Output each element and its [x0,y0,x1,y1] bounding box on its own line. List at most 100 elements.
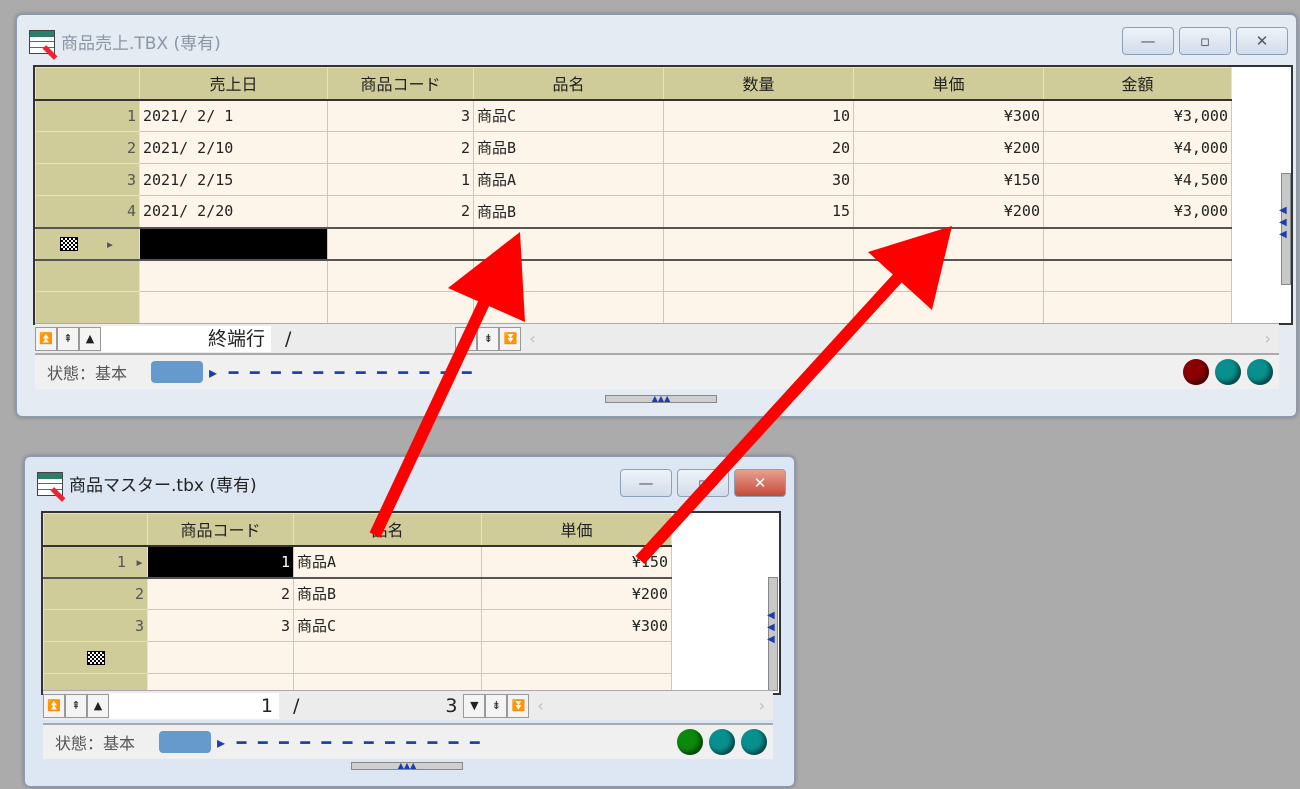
column-header[interactable]: 品名 [293,513,482,547]
column-header[interactable]: 単価 [853,67,1044,101]
new-record-row[interactable]: ▸ [35,226,1232,261]
column-header[interactable]: 金額 [1043,67,1232,101]
horizontal-scrollbar[interactable]: ‹ › [521,329,1279,348]
table-row[interactable]: 2 2021/ 2/10 2 商品B 20 ¥200 ¥4,000 [35,131,1232,164]
minimize-button[interactable]: — [1122,27,1174,55]
table-cell[interactable]: 商品C [293,609,482,642]
table-row[interactable]: 3 2021/ 2/15 1 商品A 30 ¥150 ¥4,500 [35,163,1232,196]
table-cell[interactable] [139,226,328,261]
table-cell[interactable] [663,226,854,261]
prev-page-button[interactable]: ⇞ [57,326,79,351]
new-record-row[interactable] [43,641,672,674]
empty-row[interactable] [35,259,1232,292]
resize-handle[interactable]: ▲▲▲ [351,762,463,770]
row-header[interactable]: 3 [43,609,148,642]
table-cell[interactable] [1043,291,1232,324]
row-header[interactable]: 2 [35,131,140,164]
table-cell[interactable]: 商品B [473,195,664,228]
table-cell[interactable]: 2 [327,195,474,228]
resize-handle[interactable]: ▲▲▲ [605,395,717,403]
table-cell[interactable]: 3 [327,99,474,132]
minimize-button[interactable]: — [620,469,672,497]
table-cell[interactable]: ¥3,000 [1043,99,1232,132]
table-row[interactable]: 1 2021/ 2/ 1 3 商品C 10 ¥300 ¥3,000 [35,99,1232,132]
close-button[interactable]: ✕ [734,469,786,497]
column-header[interactable] [43,513,148,547]
next-record-button[interactable]: ▼ [455,326,478,351]
last-record-button[interactable]: ⏬ [507,693,530,718]
sales-grid[interactable]: 売上日 商品コード 品名 数量 単価 金額 1 2021/ 2/ 1 3 商品C 10 ¥300 ¥3,… [33,65,1293,325]
table-cell[interactable]: ¥3,000 [1043,195,1232,228]
close-button[interactable]: ✕ [1236,27,1288,55]
table-cell[interactable]: 3 [147,609,294,642]
table-cell[interactable]: 2 [327,131,474,164]
table-cell[interactable] [473,226,664,261]
table-cell[interactable] [473,259,664,292]
table-cell[interactable] [853,226,1044,261]
prev-page-button[interactable]: ⇞ [65,693,87,718]
table-cell[interactable]: 商品A [473,163,664,196]
next-page-button[interactable]: ⇟ [485,693,508,718]
row-header[interactable] [35,291,140,324]
horizontal-scrollbar[interactable]: ‹ › [529,696,773,715]
column-header[interactable]: 売上日 [139,67,328,101]
table-cell[interactable] [663,259,854,292]
table-row[interactable]: 4 2021/ 2/20 2 商品B 15 ¥200 ¥3,000 [35,195,1232,228]
table-cell[interactable]: 1 [327,163,474,196]
master-grid[interactable]: 商品コード 品名 単価 1 ▸ 1 商品A ¥150 2 2 商品B ¥200 3 3 商品C ¥300 [41,511,781,706]
table-cell[interactable]: ¥200 [481,577,672,610]
prev-record-button[interactable]: ▲ [87,693,109,718]
table-cell[interactable]: ¥300 [481,609,672,642]
column-header[interactable]: 商品コード [327,67,474,101]
table-cell[interactable] [327,226,474,261]
row-header[interactable] [35,259,140,292]
row-header[interactable]: 3 [35,163,140,196]
table-cell[interactable] [853,259,1044,292]
table-cell[interactable]: ¥300 [853,99,1044,132]
table-cell[interactable]: 商品B [293,577,482,610]
table-row[interactable]: 1 ▸ 1 商品A ¥150 [43,544,672,579]
table-cell[interactable]: ¥200 [853,195,1044,228]
next-page-button[interactable]: ⇟ [477,326,500,351]
table-cell[interactable] [473,291,664,324]
table-cell[interactable]: 商品A [293,544,482,579]
column-header[interactable]: 数量 [663,67,854,101]
table-cell[interactable] [1043,226,1232,261]
first-record-button[interactable]: ⏫ [35,326,57,351]
table-cell[interactable] [1043,259,1232,292]
next-record-button[interactable]: ▼ [463,693,486,718]
maximize-button[interactable]: ▫ [677,469,729,497]
table-cell[interactable] [327,259,474,292]
table-cell[interactable]: 1 [147,544,294,579]
row-header[interactable] [43,641,148,674]
record-position-input[interactable]: 終端行 [101,325,271,352]
first-record-button[interactable]: ⏫ [43,693,65,718]
last-record-button[interactable]: ⏬ [499,326,522,351]
table-cell[interactable] [327,291,474,324]
table-cell[interactable]: 商品C [473,99,664,132]
table-cell[interactable]: ¥4,500 [1043,163,1232,196]
table-cell[interactable]: 2021/ 2/20 [139,195,328,228]
table-cell[interactable]: ¥200 [853,131,1044,164]
table-cell[interactable]: 2021/ 2/10 [139,131,328,164]
row-header[interactable]: 1 [35,99,140,132]
table-cell[interactable]: 2021/ 2/15 [139,163,328,196]
table-cell[interactable]: 10 [663,99,854,132]
row-header[interactable]: 1 ▸ [43,544,148,579]
empty-row[interactable] [35,291,1232,324]
table-cell[interactable] [663,291,854,324]
table-cell[interactable] [139,291,328,324]
table-cell[interactable]: 2 [147,577,294,610]
table-cell[interactable] [139,259,328,292]
prev-record-button[interactable]: ▲ [79,326,101,351]
table-cell[interactable]: 30 [663,163,854,196]
table-cell[interactable] [481,641,672,674]
column-header[interactable]: 単価 [481,513,672,547]
table-cell[interactable]: 2021/ 2/ 1 [139,99,328,132]
table-row[interactable]: 3 3 商品C ¥300 [43,609,672,642]
column-header[interactable]: 商品コード [147,513,294,547]
table-cell[interactable]: ¥4,000 [1043,131,1232,164]
table-row[interactable]: 2 2 商品B ¥200 [43,577,672,610]
table-cell[interactable]: ¥150 [481,544,672,579]
table-cell[interactable] [853,291,1044,324]
